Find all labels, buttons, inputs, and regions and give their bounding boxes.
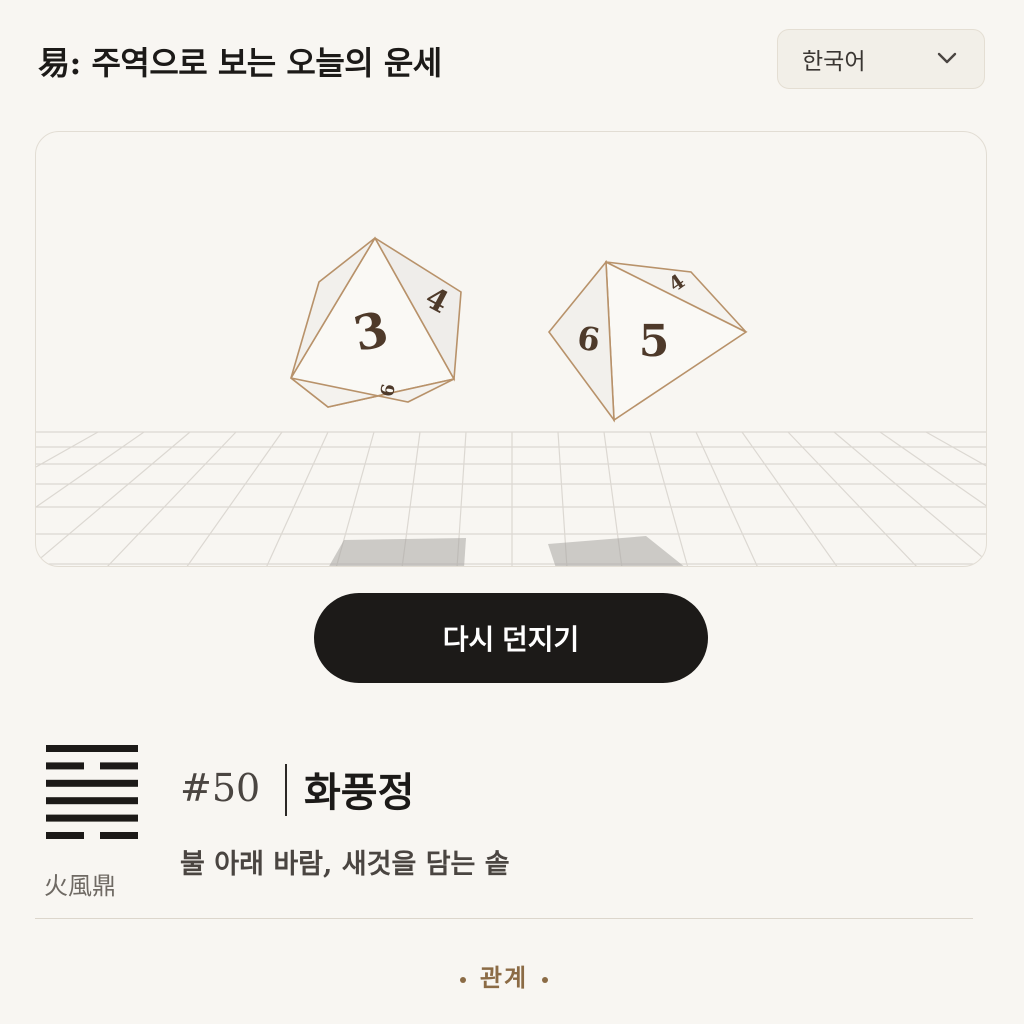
floor-grid — [36, 431, 986, 566]
language-select-value: 한국어 — [802, 49, 866, 75]
die-left[interactable]: 3 4 6 — [289, 236, 462, 408]
language-select[interactable]: 한국어 — [777, 29, 985, 89]
bullet-dot-icon — [459, 976, 466, 983]
dice-stage[interactable]: 3 4 6 5 6 4 — [35, 131, 987, 567]
dice-shadows — [329, 536, 684, 566]
hexagram-symbol — [46, 745, 138, 839]
chevron-down-icon — [937, 52, 957, 64]
bullet-dot-icon — [542, 976, 549, 983]
page-title: 易: 주역으로 보는 오늘의 운세 — [38, 44, 442, 82]
hexagram-line-broken — [46, 762, 84, 770]
hexagram-line-solid — [46, 745, 138, 752]
section-heading: 관계 — [0, 958, 1008, 993]
section-divider — [35, 918, 973, 919]
hexagram-line-solid — [46, 797, 138, 805]
title-separator — [285, 764, 287, 816]
hexagram-line-solid — [46, 779, 138, 787]
hexagram-chinese-name: 火風鼎 — [44, 872, 116, 900]
hexagram-line-broken — [100, 832, 138, 839]
die-right[interactable]: 5 6 4 — [547, 259, 748, 423]
reroll-button[interactable]: 다시 던지기 — [314, 593, 708, 683]
hexagram-name: 화풍정 — [304, 769, 415, 816]
hexagram-number: #50 — [180, 766, 261, 810]
hexagram-line-broken — [46, 832, 84, 839]
hexagram-line-broken — [100, 762, 138, 770]
hexagram-description: 불 아래 바람, 새것을 담는 솥 — [180, 849, 510, 880]
die-right-front-number: 5 — [639, 316, 670, 367]
hexagram-line-solid — [46, 814, 138, 822]
section-title: 관계 — [479, 963, 529, 992]
